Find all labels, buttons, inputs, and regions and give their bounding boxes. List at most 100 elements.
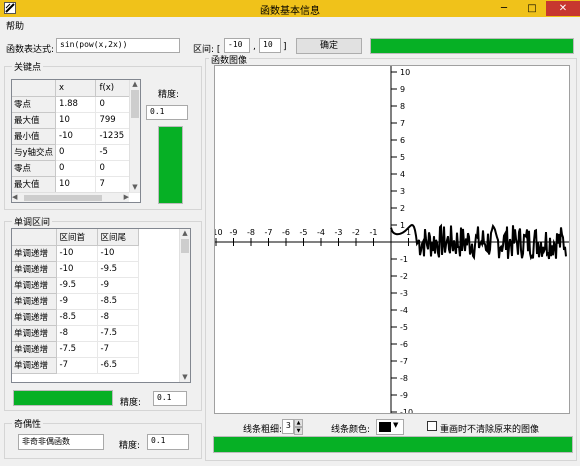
table-cell[interactable]: -9 xyxy=(56,293,98,310)
table-cell[interactable]: -8.5 xyxy=(56,309,98,326)
line-color-picker[interactable]: ▼ xyxy=(376,419,404,435)
scroll-thumb[interactable] xyxy=(181,239,189,253)
range-separator: , xyxy=(253,42,256,52)
table-cell[interactable]: -8.5 xyxy=(97,293,139,310)
table-cell[interactable]: -8 xyxy=(56,325,98,342)
table-cell[interactable]: 0 xyxy=(55,160,97,177)
x-tick-label: -10 xyxy=(214,228,223,237)
expression-input[interactable]: sin(pow(x,2x)) xyxy=(56,38,180,53)
key-points-vscroll[interactable]: ▲ ▼ xyxy=(129,80,140,192)
table-row[interactable]: 与y轴交点 0 -5 xyxy=(12,144,140,161)
mono-precision-input[interactable]: 0.1 xyxy=(153,391,187,406)
table-cell[interactable]: 10 xyxy=(55,112,97,129)
line-width-label: 线条粗细: xyxy=(243,425,283,435)
scroll-down-icon[interactable]: ▼ xyxy=(130,183,140,192)
y-tick-label: -2 xyxy=(400,272,408,281)
spin-down-button[interactable]: ▼ xyxy=(294,427,303,435)
row-header: 单调递增 xyxy=(12,357,57,374)
table-cell[interactable]: 0 xyxy=(55,144,97,161)
scroll-up-icon[interactable]: ▲ xyxy=(180,229,190,238)
key-points-table: x f(x) 零点 1.88 0 最大值 10 799 最小值 -10 -1235 与y轴交点 0 -5… xyxy=(11,79,141,203)
key-points-hscroll[interactable]: ◀ ▶ xyxy=(12,192,129,202)
menu-help[interactable]: 帮助 xyxy=(6,19,24,32)
row-header: 最小值 xyxy=(12,128,57,145)
table-cell[interactable]: 10 xyxy=(55,176,97,193)
scroll-down-icon[interactable]: ▼ xyxy=(180,373,190,382)
progress-bar-top xyxy=(370,38,574,54)
y-tick-label: 5 xyxy=(400,153,405,162)
key-points-legend: 关键点 xyxy=(12,60,44,73)
range-to-input[interactable]: 10 xyxy=(259,38,281,53)
table-cell[interactable]: -7 xyxy=(97,341,139,358)
table-cell[interactable]: -10 xyxy=(56,245,98,262)
y-tick-label: 2 xyxy=(400,204,405,213)
table-cell[interactable]: -10 xyxy=(97,245,139,262)
table-row[interactable]: 单调递增 -8.5 -8 xyxy=(12,309,139,326)
keep-graph-checkbox[interactable] xyxy=(427,421,437,431)
expression-label: 函数表达式: xyxy=(6,45,55,55)
confirm-button[interactable]: 确定 xyxy=(296,38,362,54)
column-header: x xyxy=(55,80,97,97)
range-from-input[interactable]: -10 xyxy=(224,38,250,53)
table-cell[interactable]: -10 xyxy=(56,261,98,278)
scroll-thumb[interactable] xyxy=(24,195,102,201)
table-row[interactable]: 单调递增 -9.5 -9 xyxy=(12,277,139,294)
scroll-thumb[interactable] xyxy=(131,90,139,118)
row-header: 单调递增 xyxy=(12,309,57,326)
parity-value: 非奇非偶函数 xyxy=(18,434,104,450)
table-row[interactable]: 零点 0 0 xyxy=(12,160,140,177)
y-tick-label: 10 xyxy=(400,68,410,77)
table-row[interactable]: 单调递增 -7.5 -7 xyxy=(12,341,139,358)
scroll-up-icon[interactable]: ▲ xyxy=(130,80,140,89)
table-row[interactable]: 最大值 10 7 xyxy=(12,176,140,193)
table-row[interactable]: 最大值 10 799 xyxy=(12,112,140,129)
table-cell[interactable]: -9.5 xyxy=(56,277,98,294)
table-cell[interactable]: -6.5 xyxy=(97,357,139,374)
y-tick-label: -6 xyxy=(400,340,408,349)
table-row[interactable]: 零点 1.88 0 xyxy=(12,96,140,113)
scroll-left-icon[interactable]: ◀ xyxy=(12,193,17,202)
table-cell[interactable]: -7 xyxy=(56,357,98,374)
minimize-button[interactable]: ─ xyxy=(490,1,518,16)
mono-progress xyxy=(13,390,113,406)
row-header: 单调递增 xyxy=(12,277,57,294)
y-tick-label: 3 xyxy=(400,187,405,196)
mono-vscroll[interactable]: ▲ ▼ xyxy=(179,229,190,382)
progress-fill xyxy=(214,437,572,452)
y-tick-label: -3 xyxy=(400,289,408,298)
parity-precision-input[interactable]: 0.1 xyxy=(147,434,189,450)
mono-table: 区间首 区间尾 单调递增 -10 -10 单调递增 -10 -9.5 单调递增 -9.5 -9 单调… xyxy=(11,228,191,383)
row-header: 单调递增 xyxy=(12,293,57,310)
table-cell[interactable]: -7.5 xyxy=(97,325,139,342)
spin-up-button[interactable]: ▲ xyxy=(294,419,303,427)
menu-bar xyxy=(0,17,580,33)
table-row[interactable]: 单调递增 -9 -8.5 xyxy=(12,293,139,310)
x-tick-label: -1 xyxy=(370,228,378,237)
table-row[interactable]: 最小值 -10 -1235 xyxy=(12,128,140,145)
table-cell[interactable]: -8 xyxy=(97,309,139,326)
table-cell[interactable]: -10 xyxy=(55,128,97,145)
table-row[interactable]: 单调递增 -10 -10 xyxy=(12,245,139,262)
table-cell[interactable]: 1.88 xyxy=(55,96,97,113)
line-width-input[interactable]: 3 xyxy=(282,419,294,434)
table-row[interactable]: 单调递增 -8 -7.5 xyxy=(12,325,139,342)
key-points-precision-input[interactable]: 0.1 xyxy=(146,105,188,120)
close-button[interactable]: ✕ xyxy=(546,1,580,16)
row-header: 单调递增 xyxy=(12,325,57,342)
table-cell[interactable]: -9.5 xyxy=(97,261,139,278)
table-row[interactable]: 单调递增 -7 -6.5 xyxy=(12,357,139,374)
x-tick-label: -8 xyxy=(247,228,255,237)
row-header: 零点 xyxy=(12,96,57,113)
color-swatch xyxy=(379,422,391,432)
column-header: 区间尾 xyxy=(97,229,139,246)
row-header: 零点 xyxy=(12,160,57,177)
table-cell[interactable]: -9 xyxy=(97,277,139,294)
table-cell[interactable]: -7.5 xyxy=(56,341,98,358)
scroll-right-icon[interactable]: ▶ xyxy=(124,193,129,202)
function-plot[interactable]: -10 -9 -8 -7 -6 -5 -4 -3 -2 -1 1 10 9 8 7 6 5 4 3 2 1 -1 -2 -3… xyxy=(214,65,570,414)
table-row[interactable]: 单调递增 -10 -9.5 xyxy=(12,261,139,278)
progress-bar-bottom xyxy=(213,436,573,453)
maximize-button[interactable]: □ xyxy=(518,1,546,16)
y-tick-label: -5 xyxy=(400,323,408,332)
dropdown-arrow-icon: ▼ xyxy=(393,421,399,429)
